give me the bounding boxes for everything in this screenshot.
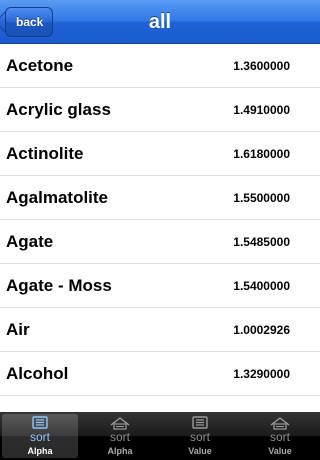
- tab-icon-text: sort: [189, 430, 210, 444]
- screen: back all Acetone 1.3600000 Acrylic glass…: [0, 0, 320, 460]
- list-item[interactable]: [0, 396, 320, 412]
- tab-sort-alpha-alt[interactable]: sort Alpha: [80, 412, 160, 460]
- item-value: 1.5400000: [233, 279, 290, 293]
- item-name: Actinolite: [6, 144, 84, 163]
- item-name: Agalmatolite: [6, 188, 109, 207]
- list-item[interactable]: Agate - Moss 1.5400000: [0, 264, 320, 308]
- tab-sort-value-alt[interactable]: sort Value: [240, 412, 320, 460]
- tab-sort-alpha[interactable]: sort Alpha: [0, 412, 80, 460]
- item-value: 1.6180000: [233, 147, 290, 161]
- list-item[interactable]: Alcohol 1.3290000: [0, 352, 320, 396]
- item-name: Alcohol: [6, 364, 69, 383]
- item-name: Acetone: [6, 56, 74, 75]
- tab-icon-text: sort: [29, 430, 50, 444]
- item-name: Agate: [6, 232, 54, 251]
- item-value: 1.5500000: [233, 191, 290, 205]
- list-item[interactable]: Agalmatolite 1.5500000: [0, 176, 320, 220]
- navigation-bar: back all: [0, 0, 320, 44]
- item-value: 1.0002926: [233, 323, 290, 337]
- item-value: 1.4910000: [233, 103, 290, 117]
- tab-label: Value: [188, 446, 212, 456]
- list-item[interactable]: Acrylic glass 1.4910000: [0, 88, 320, 132]
- item-value: 1.3600000: [233, 59, 290, 73]
- item-value: 1.5485000: [233, 235, 290, 249]
- tab-sort-value[interactable]: sort Value: [160, 412, 240, 460]
- material-list[interactable]: Acetone 1.3600000 Acrylic glass 1.491000…: [0, 44, 320, 412]
- back-button[interactable]: back: [5, 7, 53, 37]
- item-name: Acrylic glass: [6, 100, 111, 119]
- list-item[interactable]: Agate 1.5485000: [0, 220, 320, 264]
- tab-icon-text: sort: [109, 430, 130, 444]
- tab-icon-text: sort: [269, 430, 290, 444]
- list-item[interactable]: Acetone 1.3600000: [0, 44, 320, 88]
- list-item[interactable]: Actinolite 1.6180000: [0, 132, 320, 176]
- list-item[interactable]: Air 1.0002926: [0, 308, 320, 352]
- tab-label: Alpha: [27, 446, 53, 456]
- tab-label: Value: [268, 446, 292, 456]
- item-name: Agate - Moss: [6, 276, 112, 295]
- page-title: all: [148, 11, 172, 33]
- back-button-area: back: [0, 0, 70, 44]
- item-name: Air: [6, 320, 30, 339]
- tab-bar: sort Alpha sort Alpha sort Value sort Va…: [0, 412, 320, 460]
- item-value: 1.3290000: [233, 367, 290, 381]
- tab-label: Alpha: [107, 446, 133, 456]
